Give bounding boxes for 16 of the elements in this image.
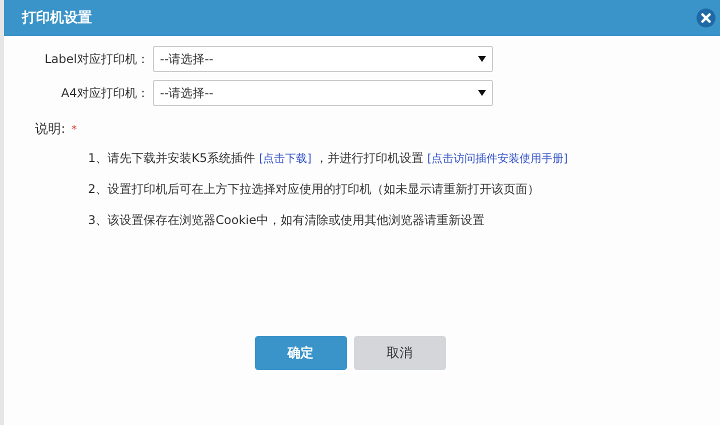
- required-mark: *: [71, 122, 77, 136]
- note-text: 2、设置打印机后可在上方下拉选择对应使用的打印机（如未显示请重新打开该页面）: [88, 181, 541, 198]
- dropdown-arrow-icon: [478, 90, 486, 96]
- note-text: 1、请先下载并安装K5系统插件 [点击下载] ，并进行打印机设置 [点击访问插件安装使用手册]: [88, 150, 569, 167]
- dropdown-arrow-icon: [478, 56, 486, 62]
- printer-dropdown[interactable]: --请选择--: [153, 80, 493, 106]
- close-icon[interactable]: [696, 8, 716, 28]
- help-link[interactable]: [点击下载]: [258, 152, 312, 165]
- field-label: Label对应打印机：: [44, 50, 149, 68]
- printer-dropdown[interactable]: --请选择--: [153, 46, 493, 72]
- cancel-button[interactable]: 取消: [354, 336, 446, 370]
- window-title: 打印机设置: [22, 9, 92, 27]
- help-link[interactable]: [点击访问插件安装使用手册]: [427, 152, 568, 165]
- notes-label: 说明:: [35, 121, 66, 138]
- field-label: A4对应打印机：: [60, 84, 149, 102]
- note-text: 3、该设置保存在浏览器Cookie中，如有清除或使用其他浏览器请重新设置: [88, 212, 486, 229]
